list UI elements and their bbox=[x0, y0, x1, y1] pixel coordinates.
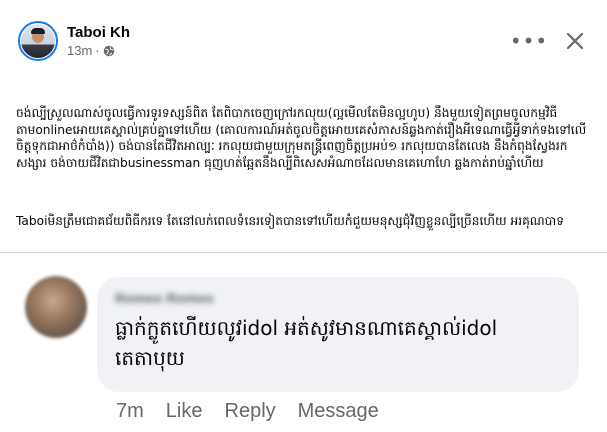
post-time[interactable]: 13m bbox=[67, 42, 92, 59]
like-button[interactable]: Like bbox=[166, 400, 203, 423]
post-header: Taboi Kh 13m · ••• bbox=[18, 18, 591, 64]
header-actions: ••• bbox=[509, 25, 591, 57]
reply-button[interactable]: Reply bbox=[225, 400, 276, 423]
separator-dot: · bbox=[95, 43, 100, 58]
author-name[interactable]: Taboi Kh bbox=[67, 23, 130, 42]
post-paragraph-2: Taboiមិនត្រឹមជោគជ័យពិធីករទេ តែនៅលក់ពេលទំ… bbox=[16, 213, 565, 228]
comment-text: ធ្លាក់ក្លូតហើយលូវidol អត់សូវមានណាគេស្គាល… bbox=[115, 316, 504, 370]
commenter-name[interactable]: Romeo Romeo bbox=[115, 290, 214, 306]
post-body: ចង់ល្បីស្រួលណាស់ចូលធ្វើការទូរទស្សន៍ពិត ត… bbox=[16, 72, 596, 254]
more-horizontal-icon: ••• bbox=[509, 29, 549, 53]
comment-bubble: Romeo Romeo ធ្លាក់ក្លូតហើយលូវidol អត់សូវ… bbox=[97, 277, 579, 392]
commenter-avatar[interactable] bbox=[25, 276, 87, 338]
close-icon bbox=[566, 32, 584, 50]
author-avatar-image bbox=[21, 24, 55, 58]
message-button[interactable]: Message bbox=[298, 400, 379, 423]
comment-time[interactable]: 7m bbox=[116, 400, 144, 423]
globe-icon[interactable] bbox=[103, 45, 115, 57]
more-options-button[interactable]: ••• bbox=[509, 25, 549, 57]
author-avatar[interactable] bbox=[18, 21, 58, 61]
close-button[interactable] bbox=[559, 25, 591, 57]
section-divider bbox=[0, 252, 607, 253]
post-paragraph-1: ចង់ល្បីស្រួលណាស់ចូលធ្វើការទូរទស្សន៍ពិត ត… bbox=[16, 106, 587, 170]
post-meta: Taboi Kh 13m · bbox=[67, 23, 130, 59]
post-subline: 13m · bbox=[67, 42, 130, 59]
comment-actions: 7m Like Reply Message bbox=[116, 400, 379, 423]
